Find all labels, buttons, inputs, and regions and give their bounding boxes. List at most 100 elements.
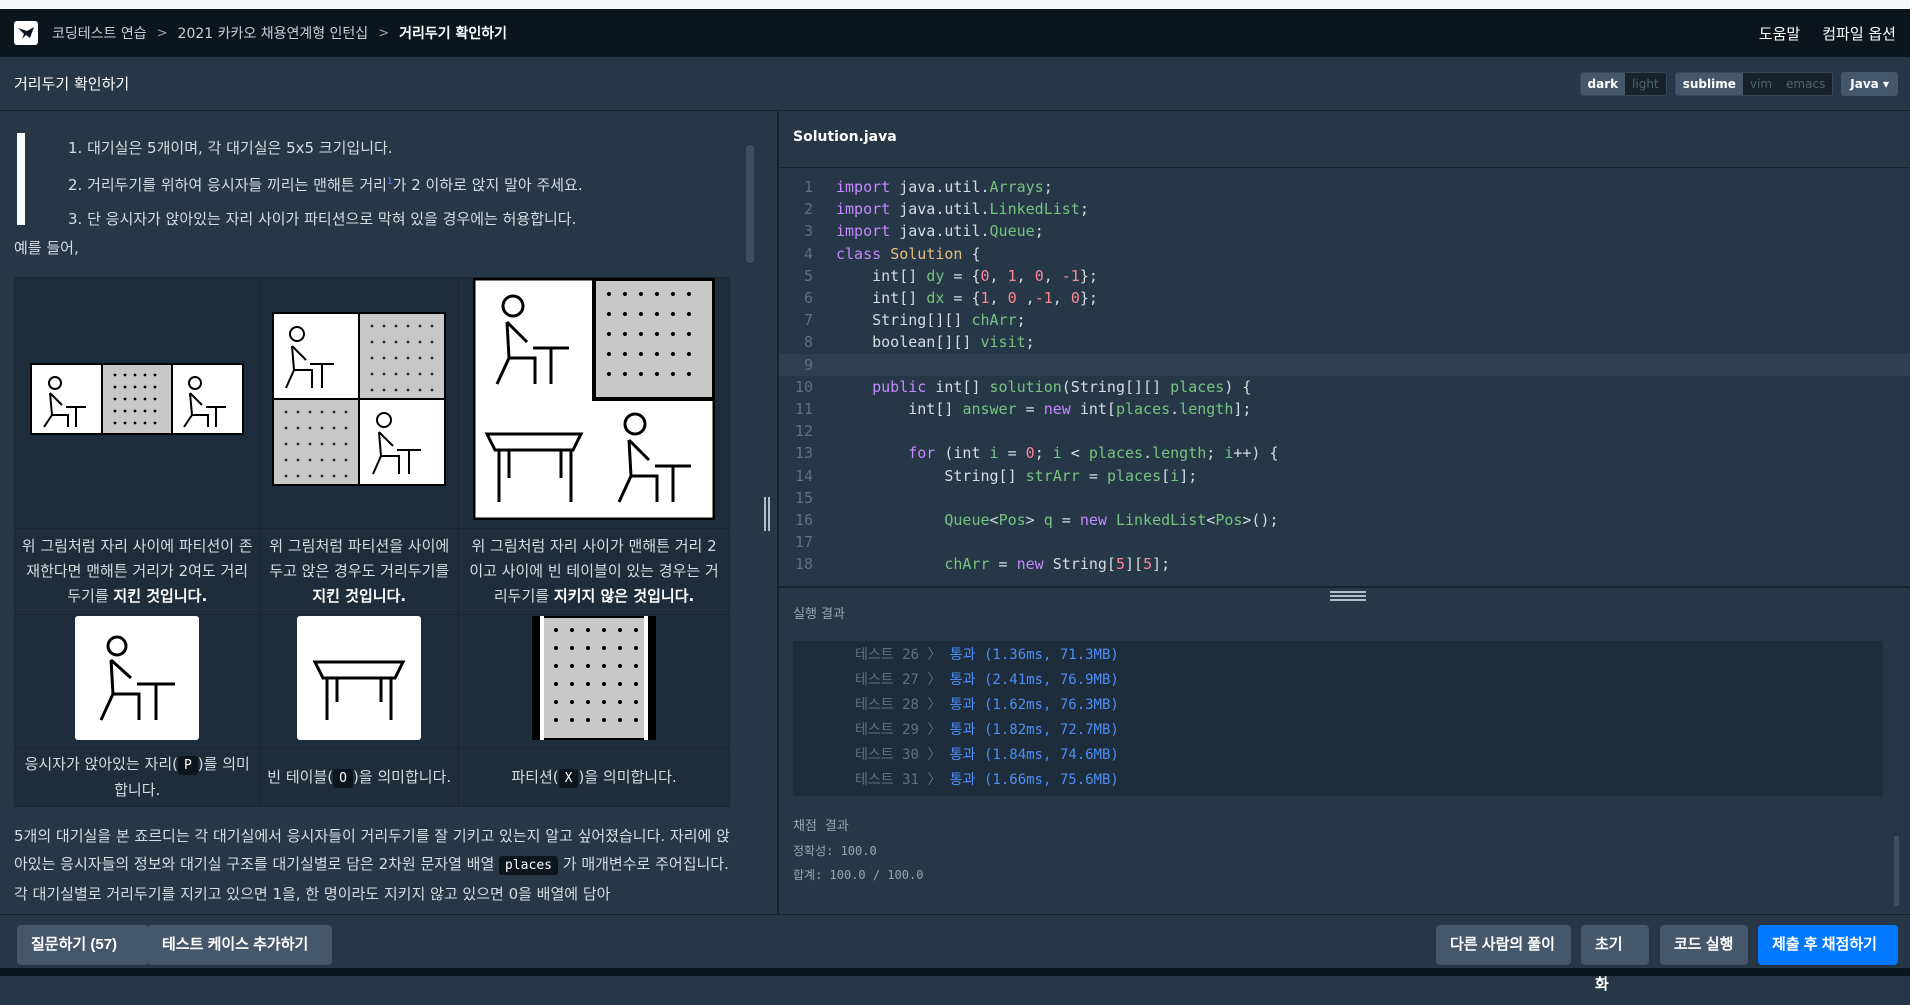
bottom-status-bar (0, 968, 1910, 976)
line-number: 1 (803, 178, 813, 196)
theme-dark-option[interactable]: dark (1580, 72, 1626, 95)
blockquote-bar (17, 133, 25, 225)
line-number: 8 (803, 333, 813, 352)
test-result: 통과 (1.36ms, 71.3MB) (949, 647, 1119, 663)
code-line[interactable]: 6 int[] dx = {1, 0 ,-1, 0}; (779, 287, 1910, 309)
code-line[interactable]: 8 boolean[][] visit; (779, 331, 1910, 353)
code-line[interactable]: 17 (779, 531, 1910, 553)
example-3-image (472, 277, 717, 521)
example-image-cell (13, 277, 261, 529)
code-line[interactable]: 3 import java.util.Queue; (779, 220, 1910, 242)
example-caption-text: 위 그림처럼 파티션을 사이에 두고 앉은 경우도 거리두기를 (269, 537, 450, 580)
theme-light-option[interactable]: light (1625, 73, 1666, 95)
description-scrollbar[interactable] (746, 145, 754, 263)
line-number: 5 (803, 266, 813, 285)
code-text: String[] strArr = places[i]; (836, 466, 1198, 485)
code-line[interactable]: 15 (779, 487, 1910, 509)
code-line[interactable]: 5 int[] dy = {0, 1, 0, -1}; (779, 265, 1910, 287)
code-text: for (int i = 0; i < places.length; i++) … (908, 444, 1279, 463)
code-text: import java.util.Queue; (836, 222, 1044, 241)
keymap-vim-option[interactable]: vim (1743, 73, 1779, 95)
code-line[interactable]: 10 public int[] solution(String[][] plac… (779, 376, 1910, 398)
line-number: 7 (803, 311, 813, 330)
legend-caption: 응시자가 앉아있는 자리(P)를 의미합니다. (13, 748, 261, 807)
result-row: 테스트 29 〉 통과 (1.82ms, 72.7MB) (855, 718, 1119, 743)
test-name: 테스트 29 〉 (855, 722, 950, 738)
grading-title: 채점 결과 (793, 819, 849, 834)
code-text: String[][] chArr; (836, 311, 1026, 330)
rule-text: 가 2 이하로 앉지 말아 주세요. (392, 176, 583, 194)
legend-code: X (558, 768, 579, 788)
grading-accuracy: 정확성: 100.0 (793, 844, 877, 858)
test-name: 테스트 26 〉 (855, 647, 950, 663)
test-result: 통과 (1.66ms, 75.6MB) (949, 772, 1119, 788)
line-number: 18 (794, 555, 813, 574)
line-number: 11 (794, 400, 813, 418)
rule-item: 2. 거리두기를 위하여 응시자들 끼리는 맨해튼 거리1가 2 이하로 앉지 … (68, 165, 583, 202)
keymap-toggle: sublime vim emacs (1674, 71, 1834, 96)
keymap-emacs-option[interactable]: emacs (1779, 73, 1832, 95)
submit-and-grade-button[interactable]: 제출 후 채점하기 (1758, 925, 1898, 965)
code-editor[interactable]: 1 import java.util.Arrays; 2 import java.ut… (779, 167, 1910, 587)
code-text: int[] dx = {1, 0 ,-1, 0}; (836, 289, 1098, 307)
keymap-sublime-option[interactable]: sublime (1675, 72, 1743, 95)
language-select[interactable]: Java ▾ (1841, 71, 1898, 96)
panel-resize-handle[interactable] (764, 497, 772, 531)
test-result: 통과 (1.62ms, 76.3MB) (949, 697, 1119, 713)
code-line[interactable]: 2 import java.util.LinkedList; (779, 198, 1910, 220)
code-line[interactable]: 4 class Solution { (779, 243, 1910, 265)
code-text: boolean[][] visit; (836, 333, 1035, 352)
legend-text: )을 의미합니다. (578, 767, 677, 786)
code-line[interactable]: 11 int[] answer = new int[places.length]… (779, 398, 1910, 420)
result-row: 테스트 26 〉 통과 (1.36ms, 71.3MB) (855, 643, 1119, 668)
code-line[interactable]: 12 (779, 420, 1910, 442)
example-1-image (30, 363, 245, 435)
code-line[interactable]: 16 Queue<Pos> q = new LinkedList<Pos>(); (779, 509, 1910, 531)
code-text: import java.util.Arrays; (836, 178, 1053, 196)
line-number: 17 (794, 533, 813, 552)
code-line[interactable]: 13 for (int i = 0; i < places.length; i+… (779, 442, 1910, 464)
test-result: 통과 (1.82ms, 72.7MB) (949, 722, 1119, 738)
caret-down-icon: ▾ (1882, 76, 1889, 91)
breadcrumb-coding-test[interactable]: 코딩테스트 연습 (52, 23, 147, 43)
execution-results: 테스트 26 〉 통과 (1.36ms, 71.3MB) 테스트 27 〉 통과 … (793, 641, 1883, 796)
line-number: 16 (794, 511, 813, 529)
code-line[interactable]: 18 chArr = new String[5][5]; (779, 553, 1910, 575)
other-solutions-button[interactable]: 다른 사람의 풀이 (1436, 925, 1571, 965)
file-name-tab[interactable]: Solution.java (793, 129, 897, 145)
browser-top-strip (0, 0, 1910, 9)
legend-text: 응시자가 앉아있는 자리( (24, 755, 178, 773)
code-line[interactable]: 1 import java.util.Arrays; (779, 176, 1910, 198)
resize-grip-icon[interactable] (1330, 591, 1366, 601)
help-link[interactable]: 도움말 (1759, 23, 1800, 44)
result-row: 테스트 28 〉 통과 (1.62ms, 76.3MB) (855, 693, 1119, 718)
editor-panel: Solution.java 1 import java.util.Arrays; 2… (779, 111, 1910, 914)
example-caption: 위 그림처럼 파티션을 사이에 두고 앉은 경우도 거리두기를 지킨 것입니다. (259, 528, 460, 615)
run-code-button[interactable]: 코드 실행 (1660, 925, 1748, 965)
code-text: int[] answer = new int[places.length]; (836, 400, 1252, 418)
editor-result-divider[interactable] (779, 586, 1910, 588)
reset-button[interactable]: 초기화 (1581, 925, 1649, 993)
rule-item: 1. 대기실은 5개이며, 각 대기실은 5x5 크기입니다. (68, 139, 393, 157)
add-test-case-button[interactable]: 테스트 케이스 추가하기 (148, 925, 332, 965)
breadcrumb-kakao-internship[interactable]: 2021 카카오 채용연계형 인턴십 (178, 23, 369, 43)
example-2-image (272, 312, 447, 486)
code-line[interactable]: 7 String[][] chArr; (779, 309, 1910, 331)
rule-item: 3. 단 응시자가 앉아있는 자리 사이가 파티션으로 막혀 있을 경우에는 허… (68, 210, 577, 228)
test-result: 통과 (1.84ms, 74.6MB) (949, 747, 1119, 763)
ask-question-button[interactable]: 질문하기 (57) (17, 925, 149, 965)
example-caption-bold: 지키지 않은 것입니다. (553, 587, 695, 605)
page-title: 거리두기 확인하기 (14, 75, 130, 93)
code-line[interactable]: 9 (779, 353, 1910, 376)
test-name: 테스트 27 〉 (855, 672, 950, 688)
programmers-logo-icon[interactable] (14, 21, 38, 45)
person-seat-icon (75, 615, 200, 740)
code-line[interactable]: 14 String[] strArr = places[i]; (779, 465, 1910, 487)
legend-image-cell (13, 614, 261, 749)
result-scrollbar[interactable] (1894, 836, 1899, 906)
compile-options-link[interactable]: 컴파일 옵션 (1822, 23, 1896, 44)
result-row: 테스트 31 〉 통과 (1.66ms, 75.6MB) (855, 768, 1119, 793)
example-caption: 위 그림처럼 자리 사이에 파티션이 존재한다면 맨해튼 거리가 2여도 거리두… (13, 528, 261, 615)
test-name: 테스트 30 〉 (855, 747, 950, 763)
line-number: 10 (794, 377, 813, 396)
